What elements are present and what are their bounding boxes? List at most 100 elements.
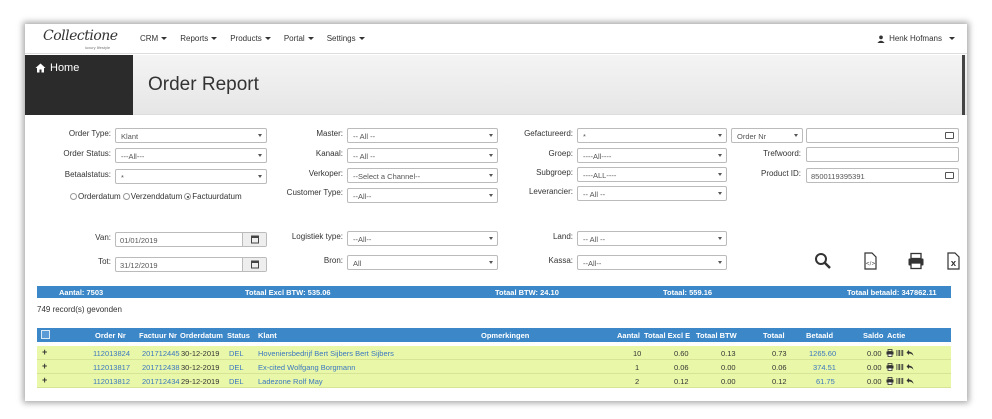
status[interactable]: DEL xyxy=(229,377,244,386)
betaalstatus-select[interactable]: * xyxy=(115,169,267,184)
status[interactable]: DEL xyxy=(229,349,244,358)
calendar-button[interactable] xyxy=(242,233,266,246)
bron-select[interactable]: All xyxy=(347,255,498,270)
col-orderdatum[interactable]: Orderdatum xyxy=(180,331,223,340)
col-klant[interactable]: Klant xyxy=(258,331,277,340)
tot-label: Tot: xyxy=(98,257,111,266)
master-label: Master: xyxy=(316,129,343,138)
customer-type-select[interactable]: --All-- xyxy=(347,188,498,203)
sidebar-item-home[interactable]: Home xyxy=(35,62,79,74)
expand-icon[interactable]: + xyxy=(42,347,47,357)
total-aantal: Aantal: 7503 xyxy=(59,288,104,297)
total-betaald: Totaal betaald: 347862.11 xyxy=(847,288,937,297)
menu-products[interactable]: Products xyxy=(230,34,271,43)
menu-settings[interactable]: Settings xyxy=(327,34,365,43)
betaald-link[interactable]: 1265.60 xyxy=(809,349,836,358)
reply-icon[interactable] xyxy=(906,349,914,357)
kassa-label: Kassa: xyxy=(548,256,573,265)
kassa-select[interactable]: --All-- xyxy=(577,255,727,270)
keyboard-icon[interactable] xyxy=(945,132,954,139)
reply-icon[interactable] xyxy=(906,363,914,371)
order-status-select[interactable]: ---All--- xyxy=(115,148,267,163)
search-field-select[interactable]: Order Nr xyxy=(731,128,803,143)
factuur-nr-link[interactable]: 201712438 xyxy=(142,363,180,372)
status[interactable]: DEL xyxy=(229,363,244,372)
logistiek-type-select[interactable]: --All-- xyxy=(347,231,498,246)
menu-portal[interactable]: Portal xyxy=(284,34,314,43)
barcode-icon[interactable] xyxy=(896,363,904,371)
print-icon[interactable] xyxy=(907,252,925,270)
trefwoord-input[interactable] xyxy=(806,147,959,162)
print-icon[interactable] xyxy=(886,363,894,371)
land-select[interactable]: -- All -- xyxy=(577,231,727,246)
factuur-nr-link[interactable]: 201712434 xyxy=(142,377,180,386)
betaald-link[interactable]: 61.75 xyxy=(816,377,835,386)
calendar-icon xyxy=(251,260,259,269)
col-factuur-nr[interactable]: Factuur Nr xyxy=(139,331,177,340)
col-aantal[interactable]: Aantal xyxy=(617,331,640,340)
radio-verzenddatum[interactable]: Verzenddatum xyxy=(122,192,182,201)
export-xml-icon[interactable]: </> xyxy=(861,252,879,270)
betaald-link[interactable]: 374.51 xyxy=(813,363,836,372)
klant-link[interactable]: Hoveniersbedrijf Bert Sijbers Bert Sijbe… xyxy=(258,349,394,358)
land-label: Land: xyxy=(552,232,573,241)
user-menu[interactable]: Henk Hofmans xyxy=(877,34,955,43)
export-excel-icon[interactable]: X xyxy=(944,252,962,270)
chevron-down-icon xyxy=(718,261,722,264)
ordernr-input[interactable] xyxy=(806,128,959,143)
master-select[interactable]: -- All -- xyxy=(347,128,498,143)
menu-crm[interactable]: CRM xyxy=(140,34,168,43)
aantal: 1 xyxy=(635,363,640,372)
saldo: 0.00 xyxy=(867,377,882,386)
van-date-input[interactable]: 01/01/2019 xyxy=(115,232,267,247)
print-icon[interactable] xyxy=(886,349,894,357)
col-totaal[interactable]: Totaal xyxy=(763,331,785,340)
order-nr-link[interactable]: 112013817 xyxy=(93,363,130,372)
barcode-icon[interactable] xyxy=(896,349,904,357)
gefactureerd-select[interactable]: * xyxy=(577,128,727,143)
verkoper-select[interactable]: --Select a Channel-- xyxy=(347,168,498,183)
radio-checked-icon xyxy=(184,193,192,200)
keyboard-icon[interactable] xyxy=(945,172,954,179)
subgroep-select[interactable]: ----ALL---- xyxy=(577,167,727,182)
barcode-icon[interactable] xyxy=(896,377,904,385)
col-totaal-excl[interactable]: Totaal Excl E xyxy=(644,331,690,340)
table-row[interactable]: + 112013812 201712434 29-12-2019 DEL Lad… xyxy=(37,374,951,388)
reply-icon[interactable] xyxy=(906,377,914,385)
subgroep-label: Subgroep: xyxy=(536,168,573,177)
klant-link[interactable]: Ex-cited Wolfgang Borgmann xyxy=(258,363,355,372)
table-row[interactable]: + 112013824 201712445 30-12-2019 DEL Hov… xyxy=(37,346,951,360)
radio-factuurdatum[interactable]: Factuurdatum xyxy=(184,192,242,201)
col-saldo[interactable]: Saldo xyxy=(863,331,883,340)
brand-logo[interactable]: Collectione luxury lifestyle xyxy=(39,28,119,50)
expand-icon[interactable]: + xyxy=(42,375,47,385)
search-icon[interactable] xyxy=(814,252,832,270)
product-id-input[interactable]: 8500119395391 xyxy=(806,168,959,183)
leverancier-select[interactable]: -- All -- xyxy=(577,186,727,201)
klant-link[interactable]: Ladezone Rolf May xyxy=(258,377,323,386)
saldo: 0.00 xyxy=(867,349,882,358)
menu-reports[interactable]: Reports xyxy=(180,34,218,43)
totaal: 0.12 xyxy=(772,377,787,386)
col-betaald[interactable]: Betaald xyxy=(806,331,833,340)
select-all-icon[interactable] xyxy=(41,330,50,341)
kanaal-select[interactable]: -- All -- xyxy=(347,148,498,163)
order-nr-link[interactable]: 112013824 xyxy=(93,349,130,358)
tot-date-input[interactable]: 31/12/2019 xyxy=(115,257,267,272)
col-opmerkingen[interactable]: Opmerkingen xyxy=(481,331,529,340)
factuur-nr-link[interactable]: 201712445 xyxy=(142,349,180,358)
expand-icon[interactable]: + xyxy=(42,361,47,371)
totaal-excl: 0.12 xyxy=(674,377,689,386)
radio-orderdatum[interactable]: Orderdatum xyxy=(70,192,121,201)
print-icon[interactable] xyxy=(886,377,894,385)
groep-select[interactable]: ----All---- xyxy=(577,148,727,163)
col-totaal-btw[interactable]: Totaal BTW xyxy=(696,331,737,340)
calendar-button[interactable] xyxy=(242,258,266,271)
chevron-down-icon xyxy=(718,237,722,240)
table-row[interactable]: + 112013817 201712438 30-12-2019 DEL Ex-… xyxy=(37,360,951,374)
col-status[interactable]: Status xyxy=(227,331,250,340)
order-nr-link[interactable]: 112013812 xyxy=(93,377,130,386)
order-type-select[interactable]: Klant xyxy=(115,128,267,143)
col-order-nr[interactable]: Order Nr xyxy=(95,331,126,340)
bron-label: Bron: xyxy=(323,256,343,265)
